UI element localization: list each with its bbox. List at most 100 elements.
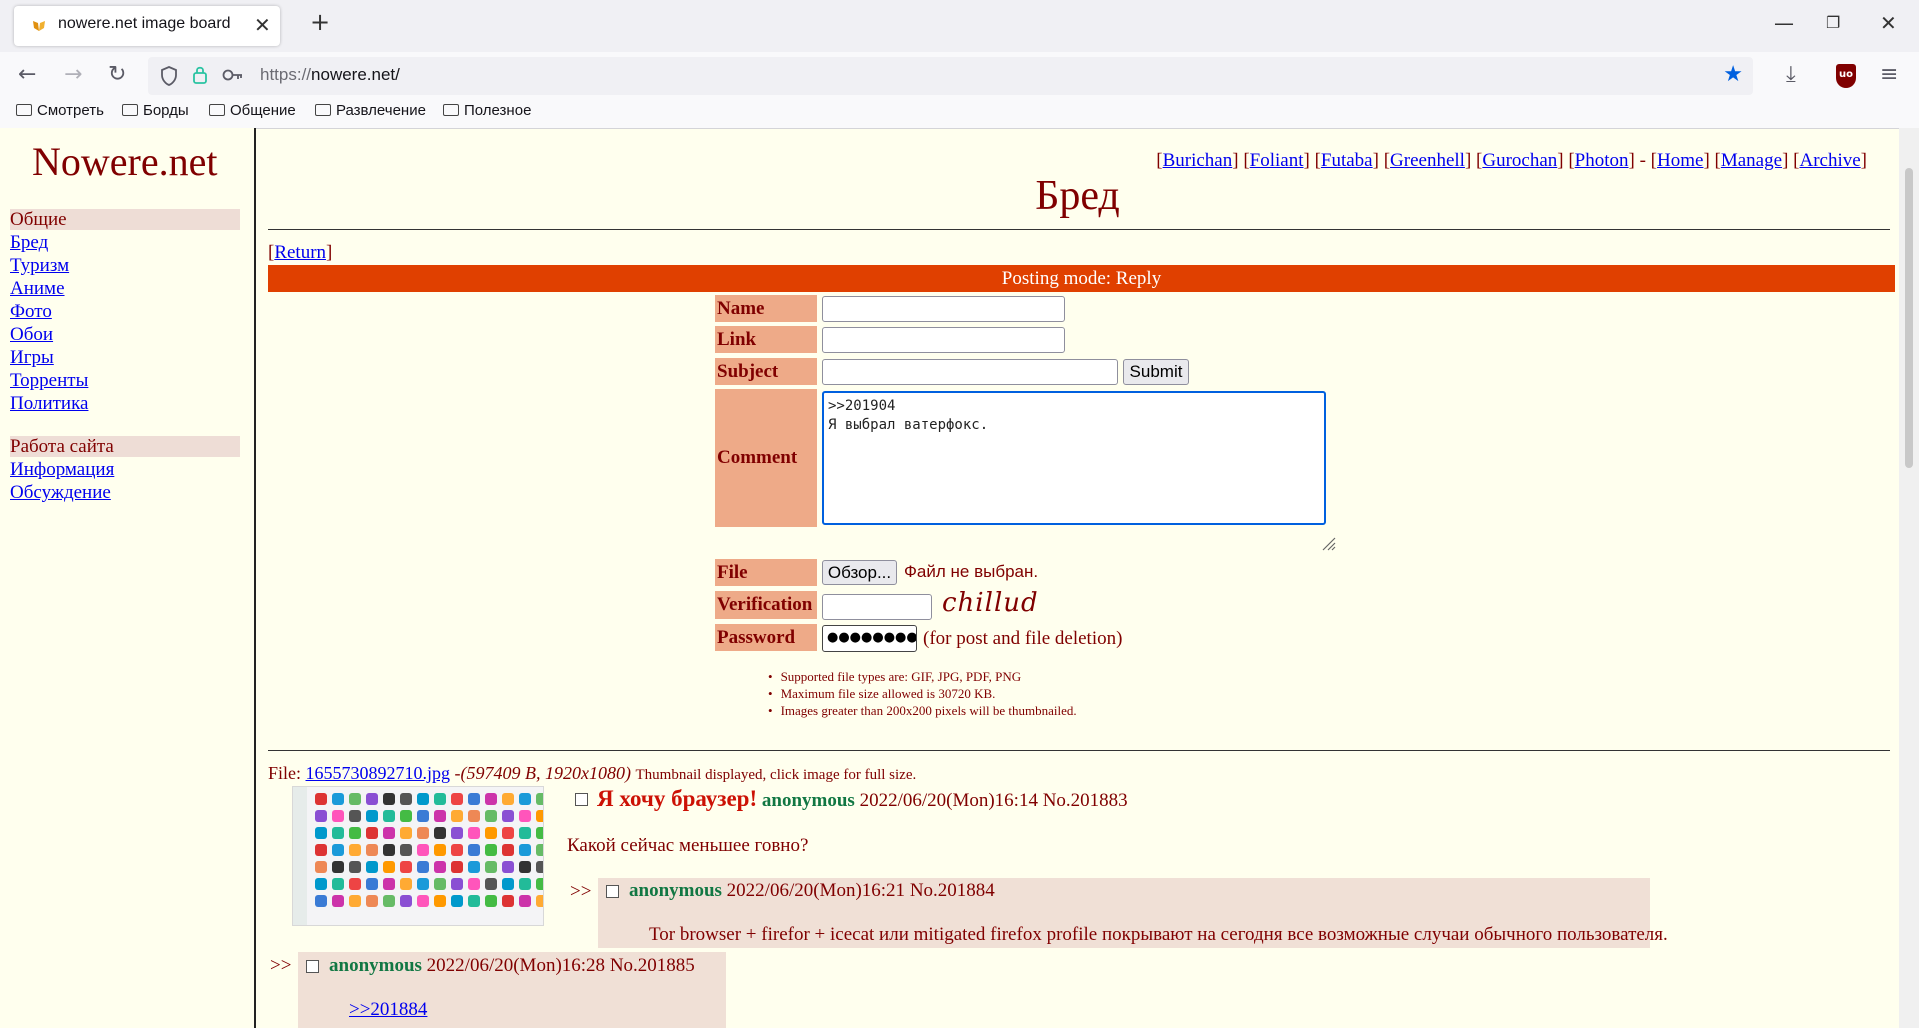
download-icon[interactable]: ⤓ xyxy=(1786,62,1796,87)
restore-icon[interactable]: ❐ xyxy=(1826,13,1840,32)
app-tile xyxy=(502,878,514,890)
sidebar-link[interactable]: Фото xyxy=(10,301,52,323)
sidebar-link[interactable]: Информация xyxy=(10,459,114,481)
bookmark-folder[interactable]: Полезное xyxy=(443,102,531,124)
sidebar-link[interactable]: Игры xyxy=(10,347,54,369)
return-nav: [Return] xyxy=(268,242,333,263)
lock-icon[interactable] xyxy=(192,65,208,85)
post-checkbox[interactable] xyxy=(606,885,619,898)
board-link[interactable]: Greenhell xyxy=(1390,150,1465,171)
folder-icon xyxy=(122,104,138,116)
menu-icon[interactable]: ≡ xyxy=(1880,62,1898,87)
app-tile xyxy=(417,861,429,873)
url-bar[interactable]: https://nowere.net/ ★ xyxy=(148,57,1753,95)
app-tile xyxy=(536,827,543,839)
app-tile xyxy=(417,827,429,839)
app-tile xyxy=(536,793,543,805)
app-tile xyxy=(315,844,327,856)
post-reference-link[interactable]: >>201884 xyxy=(349,999,427,1020)
board-link[interactable]: Gurochan xyxy=(1482,150,1557,171)
board-link[interactable]: Foliant xyxy=(1250,150,1304,171)
board-link[interactable]: Burichan xyxy=(1163,150,1233,171)
post-checkbox[interactable] xyxy=(575,793,588,806)
app-tile xyxy=(536,861,543,873)
main-content: [Burichan] [Foliant] [Futaba] [Greenhell… xyxy=(256,128,1899,1028)
bookmark-folder[interactable]: Смотреть xyxy=(16,102,104,124)
file-link[interactable]: 1655730892710.jpg xyxy=(306,763,451,783)
url-text[interactable]: https://nowere.net/ xyxy=(260,65,400,85)
password-input[interactable]: ●●●●●●●● xyxy=(822,625,917,652)
home-link[interactable]: Home xyxy=(1657,150,1703,171)
window-close-icon[interactable]: ✕ xyxy=(1880,11,1897,35)
post-date: 2022/06/20(Mon)16:28 xyxy=(426,955,606,976)
key-icon[interactable] xyxy=(222,67,244,83)
sidebar-link[interactable]: Туризм xyxy=(10,255,69,277)
forward-icon[interactable]: → xyxy=(64,62,82,87)
posting-rules: Supported file types are: GIF, JPG, PDF,… xyxy=(768,669,1077,720)
site-logo[interactable]: Nowere.net xyxy=(32,138,217,185)
captcha-image: chillud xyxy=(942,588,1039,618)
close-tab-icon[interactable]: ✕ xyxy=(254,13,271,37)
new-tab-icon[interactable]: + xyxy=(310,8,330,36)
board-link[interactable]: Photon xyxy=(1575,150,1629,171)
app-tile xyxy=(383,844,395,856)
verification-input[interactable] xyxy=(822,594,932,620)
name-input[interactable] xyxy=(822,296,1065,322)
board-link[interactable]: Futaba xyxy=(1321,150,1373,171)
thread-thumbnail-image[interactable] xyxy=(292,786,544,926)
comment-textarea[interactable]: >>201904 Я выбрал ватерфокс. xyxy=(822,391,1326,525)
sidebar-link[interactable]: Обсуждение xyxy=(10,482,111,504)
bookmark-star-icon[interactable]: ★ xyxy=(1723,62,1743,87)
minimize-icon[interactable]: — xyxy=(1774,11,1794,35)
password-label: Password xyxy=(715,624,817,651)
shield-icon[interactable] xyxy=(160,66,178,86)
scrollbar-thumb[interactable] xyxy=(1905,168,1913,468)
app-tile xyxy=(417,878,429,890)
subject-input[interactable] xyxy=(822,359,1118,385)
app-tile xyxy=(468,861,480,873)
post-number[interactable]: No.201885 xyxy=(610,955,695,976)
post-checkbox[interactable] xyxy=(306,960,319,973)
archive-link[interactable]: Archive xyxy=(1799,150,1860,171)
bookmark-folder[interactable]: Борды xyxy=(122,102,189,124)
back-icon[interactable]: ← xyxy=(18,62,36,87)
app-tile xyxy=(485,827,497,839)
app-tile xyxy=(366,861,378,873)
password-note: (for post and file deletion) xyxy=(923,628,1123,649)
manage-link[interactable]: Manage xyxy=(1721,150,1782,171)
sidebar-link[interactable]: Обои xyxy=(10,324,53,346)
sidebar-link[interactable]: Торренты xyxy=(10,370,88,392)
app-tile xyxy=(434,895,446,907)
return-link[interactable]: Return xyxy=(274,242,326,263)
bookmark-folder[interactable]: Общение xyxy=(209,102,296,124)
post-text: Tor browser + firefor + icecat или mitig… xyxy=(649,924,1668,945)
app-tile xyxy=(366,810,378,822)
post-number[interactable]: No.201883 xyxy=(1043,790,1128,811)
app-tile xyxy=(349,861,361,873)
app-tile xyxy=(366,793,378,805)
app-tile xyxy=(349,878,361,890)
browser-tab[interactable]: nowere.net image board ✕ xyxy=(14,6,280,46)
sidebar: Nowere.net Общие Бред Туризм Аниме Фото … xyxy=(0,128,256,1028)
app-tile xyxy=(468,793,480,805)
page-scrollbar[interactable] xyxy=(1899,128,1919,1028)
no-file-text: Файл не выбран. xyxy=(904,562,1039,581)
app-tile xyxy=(383,827,395,839)
sidebar-link[interactable]: Аниме xyxy=(10,278,65,300)
post-number[interactable]: No.201884 xyxy=(910,880,995,901)
app-tile xyxy=(485,810,497,822)
ublock-icon[interactable]: uo xyxy=(1836,64,1856,88)
browse-button[interactable]: Обзор... xyxy=(822,560,897,585)
sidebar-link[interactable]: Бред xyxy=(10,232,48,254)
app-tile xyxy=(366,844,378,856)
app-tile xyxy=(400,827,412,839)
resize-handle-icon[interactable] xyxy=(1320,535,1336,551)
submit-button[interactable]: Submit xyxy=(1123,359,1189,385)
app-tile xyxy=(366,827,378,839)
reload-icon[interactable]: ↻ xyxy=(108,62,126,87)
app-tile xyxy=(451,895,463,907)
sidebar-link[interactable]: Политика xyxy=(10,393,88,415)
link-input[interactable] xyxy=(822,327,1065,353)
app-tile xyxy=(502,895,514,907)
bookmark-folder[interactable]: Развлечение xyxy=(315,102,426,124)
